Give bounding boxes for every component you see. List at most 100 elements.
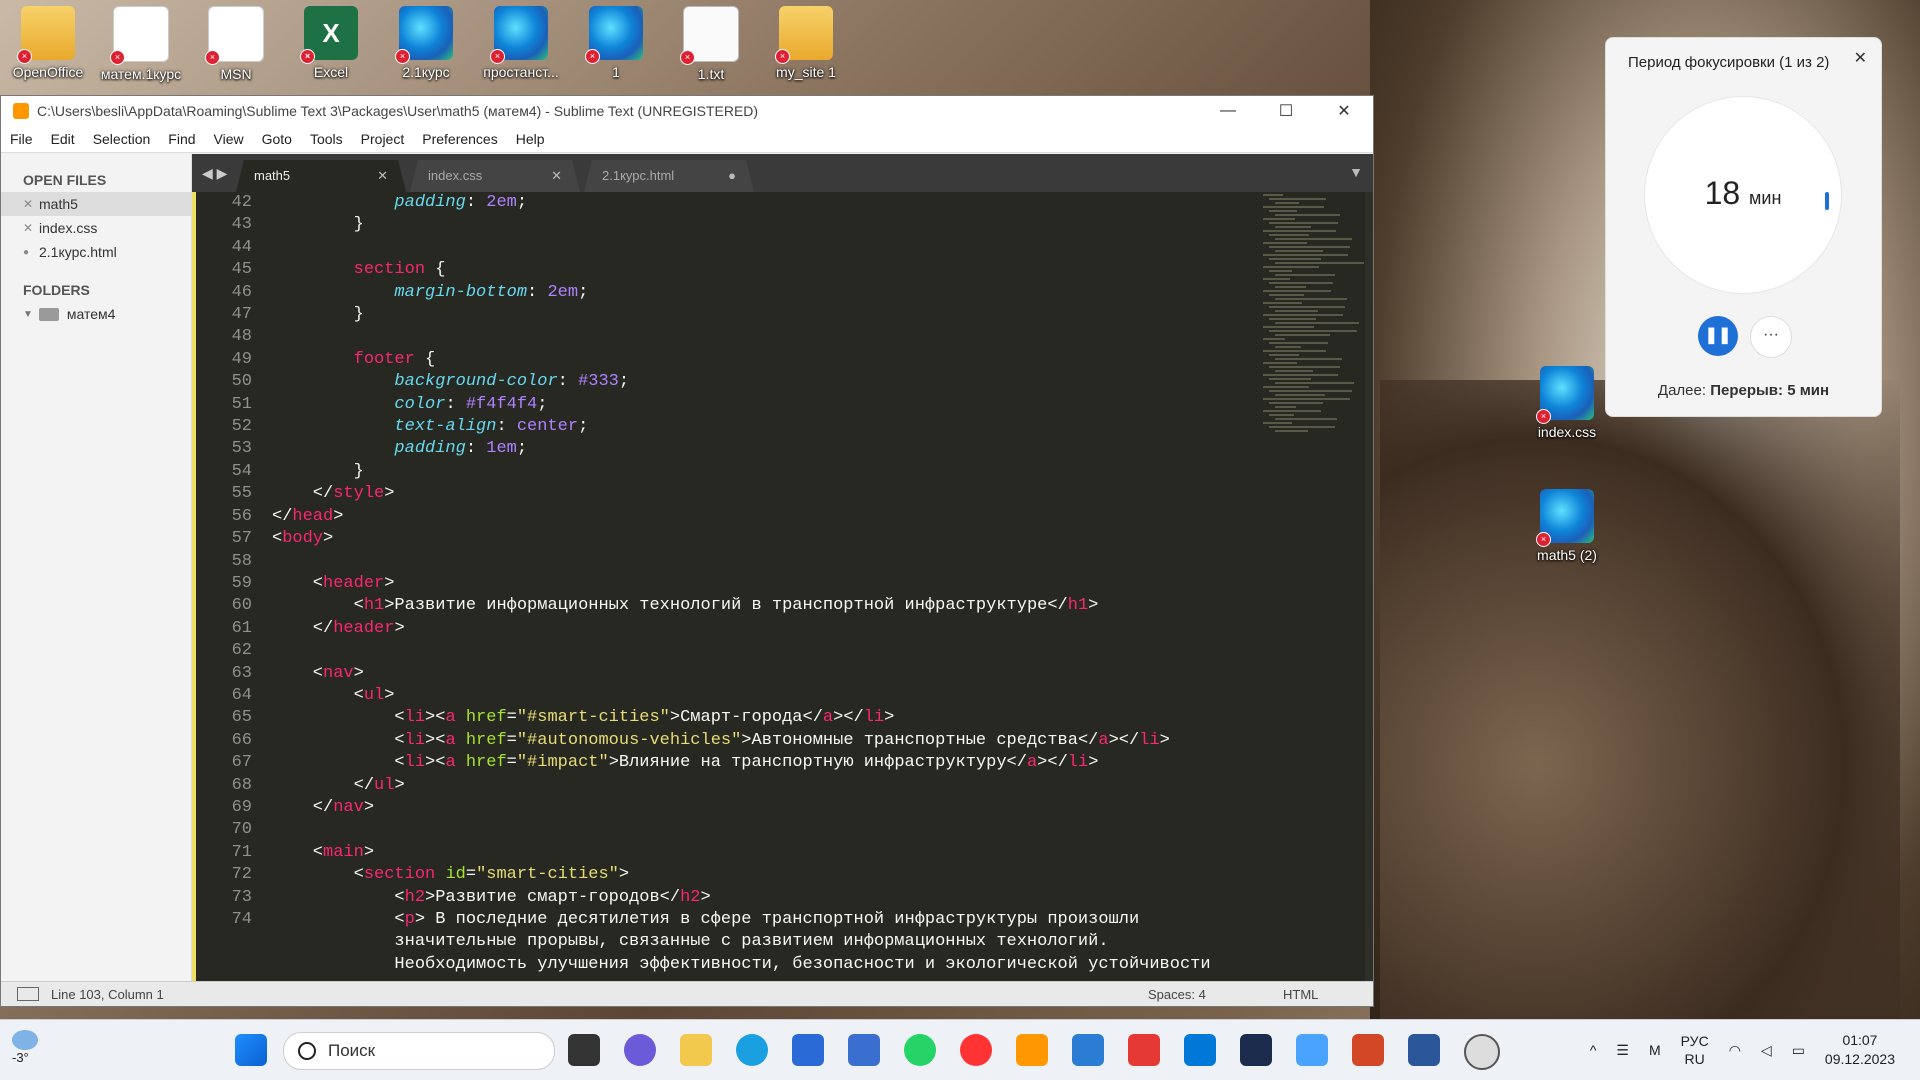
code-line[interactable]: 68 </ul> [196, 775, 1263, 797]
chat-icon[interactable] [624, 1034, 656, 1066]
code-line[interactable]: 52 text-align: center; [196, 416, 1263, 438]
code-line[interactable]: 59 <header> [196, 573, 1263, 595]
desktop-icon[interactable]: × матем.1курс [93, 0, 189, 82]
expand-triangle-icon[interactable]: ▼ [23, 309, 33, 320]
task-view-icon[interactable] [568, 1034, 600, 1066]
code-line[interactable]: 47 } [196, 304, 1263, 326]
syntax-setting[interactable]: HTML [1283, 987, 1373, 1002]
code-line[interactable]: 65 <li><a href="#smart-cities">Смарт-гор… [196, 707, 1263, 729]
menu-preferences[interactable]: Preferences [413, 131, 506, 147]
code-line[interactable]: 54 } [196, 461, 1263, 483]
menu-tools[interactable]: Tools [301, 131, 352, 147]
code-area[interactable]: 42 padding: 2em; 43 } 44 45 section {46 mar… [196, 192, 1263, 982]
sidebar-file-2-1kurs-html[interactable]: ● 2.1курс.html [1, 240, 191, 264]
desktop-icon[interactable]: × index.css [1519, 360, 1615, 440]
word-icon[interactable] [1408, 1034, 1440, 1066]
desktop-icon[interactable]: × math5 (2) [1519, 483, 1615, 563]
code-line[interactable]: 64 <ul> [196, 685, 1263, 707]
file-explorer-icon[interactable] [680, 1034, 712, 1066]
code-line[interactable]: 67 <li><a href="#impact">Влияние на тран… [196, 752, 1263, 774]
battery-icon[interactable]: ▭ [1782, 1042, 1815, 1059]
sublime-text-icon[interactable] [1016, 1034, 1048, 1066]
desktop-icon[interactable]: × OpenOffice [0, 0, 96, 80]
menu-view[interactable]: View [205, 131, 253, 147]
panel-toggle-icon[interactable] [17, 987, 39, 1001]
tab-close-icon[interactable]: ✕ [377, 160, 388, 192]
code-line[interactable]: Необходимость улучшения эффективности, б… [196, 954, 1263, 976]
code-line[interactable]: 51 color: #f4f4f4; [196, 394, 1263, 416]
vertical-scrollbar[interactable] [1365, 192, 1373, 982]
close-file-icon[interactable]: ✕ [23, 221, 39, 235]
tab-unsaved-icon[interactable]: ● [728, 160, 736, 192]
whatsapp-icon[interactable] [904, 1034, 936, 1066]
menu-help[interactable]: Help [507, 131, 554, 147]
minimize-button[interactable]: — [1199, 102, 1257, 120]
menu-file[interactable]: File [1, 131, 42, 147]
menu-selection[interactable]: Selection [84, 131, 160, 147]
code-line[interactable]: 57 <body> [196, 528, 1263, 550]
start-icon[interactable] [235, 1034, 267, 1066]
desktop-icon[interactable]: X × Excel [283, 0, 379, 80]
code-line[interactable]: 49 footer { [196, 349, 1263, 371]
yandex-icon[interactable] [960, 1034, 992, 1066]
sidebar-folder[interactable]: ▼ матем4 [1, 302, 191, 326]
maximize-button[interactable]: ☐ [1257, 101, 1315, 121]
tab-2-1kurs-html[interactable]: 2.1курс.html ● [584, 160, 754, 192]
code-line[interactable]: 70 [196, 819, 1263, 841]
yandex-browser-icon[interactable] [1128, 1034, 1160, 1066]
code-line[interactable]: 66 <li><a href="#autonomous-vehicles">Ав… [196, 730, 1263, 752]
desktop-icon[interactable]: × 1.txt [663, 0, 759, 82]
unsaved-dot-icon[interactable]: ● [23, 247, 39, 258]
store-icon[interactable] [792, 1034, 824, 1066]
close-icon[interactable]: ✕ [1854, 48, 1867, 68]
mail-app-icon[interactable] [848, 1034, 880, 1066]
desktop-icon[interactable]: × простанст... [473, 0, 569, 80]
code-line[interactable]: 53 padding: 1em; [196, 438, 1263, 460]
code-line[interactable]: 71 <main> [196, 842, 1263, 864]
weather-widget[interactable]: -3° [12, 1030, 38, 1065]
editor[interactable]: ◀ ▶ math5 ✕ index.css ✕ 2.1курс.html ● ▼… [192, 154, 1373, 982]
close-file-icon[interactable]: ✕ [23, 197, 39, 211]
code-line[interactable]: 50 background-color: #333; [196, 371, 1263, 393]
tab-math5[interactable]: math5 ✕ [236, 160, 406, 192]
minimap[interactable] [1263, 192, 1364, 982]
show-hidden-icons[interactable]: ^ [1580, 1042, 1607, 1058]
desktop-icon[interactable]: × 2.1курс [378, 0, 474, 80]
code-line[interactable]: 63 <nav> [196, 663, 1263, 685]
photos-icon[interactable] [1296, 1034, 1328, 1066]
tab-index-css[interactable]: index.css ✕ [410, 160, 580, 192]
code-line[interactable]: 58 [196, 551, 1263, 573]
indentation-setting[interactable]: Spaces: 4 [1148, 987, 1283, 1002]
vscode-icon[interactable] [1184, 1034, 1216, 1066]
sidebar-file-index-css[interactable]: ✕ index.css [1, 216, 191, 240]
powerpoint-icon[interactable] [1352, 1034, 1384, 1066]
clock-app-icon[interactable] [1464, 1034, 1500, 1070]
tab-navigation-arrows[interactable]: ◀ ▶ [202, 154, 236, 192]
menu-project[interactable]: Project [352, 131, 414, 147]
close-button[interactable]: ✕ [1315, 101, 1373, 121]
menu-edit[interactable]: Edit [42, 131, 84, 147]
app-tray-icon[interactable]: M [1639, 1042, 1671, 1058]
settings-sliders-icon[interactable]: ☰ [1606, 1042, 1639, 1059]
language-indicator[interactable]: РУС RU [1671, 1032, 1719, 1068]
code-line[interactable]: 43 } [196, 214, 1263, 236]
tab-dropdown-icon[interactable]: ▼ [1349, 164, 1363, 180]
code-line[interactable]: 61 </header> [196, 618, 1263, 640]
code-line[interactable]: 60 <h1>Развитие информационных технологи… [196, 595, 1263, 617]
clock[interactable]: 01:07 09.12.2023 [1815, 1031, 1920, 1069]
edge-icon[interactable] [736, 1034, 768, 1066]
code-line[interactable]: 69 </nav> [196, 797, 1263, 819]
menu-find[interactable]: Find [159, 131, 204, 147]
search-box[interactable]: Поиск [283, 1032, 555, 1070]
code-line[interactable]: значительные прорывы, связанные с развит… [196, 931, 1263, 953]
code-line[interactable]: 42 padding: 2em; [196, 192, 1263, 214]
desktop-icon[interactable]: × 1 [568, 0, 664, 80]
code-line[interactable]: 44 [196, 237, 1263, 259]
sidebar-file-math5[interactable]: ✕ math5 [1, 192, 191, 216]
pause-button[interactable]: ❚❚ [1698, 316, 1738, 356]
code-line[interactable]: 46 margin-bottom: 2em; [196, 282, 1263, 304]
code-line[interactable]: 45 section { [196, 259, 1263, 281]
code-line[interactable]: 73 <h2>Развитие смарт-городов</h2> [196, 887, 1263, 909]
more-options-button[interactable]: ··· [1750, 316, 1792, 358]
tab-close-icon[interactable]: ✕ [551, 160, 562, 192]
